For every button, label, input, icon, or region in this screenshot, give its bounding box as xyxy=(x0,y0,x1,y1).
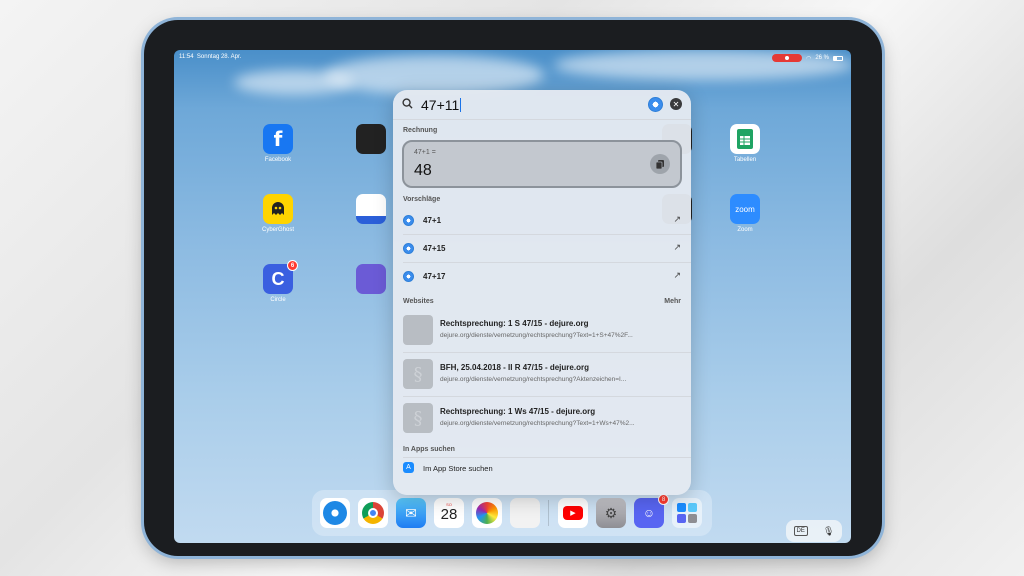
paragraph-icon: § xyxy=(403,403,433,433)
search-icon xyxy=(402,98,413,109)
spotlight-search-bar[interactable]: 47+11 ✕ xyxy=(393,90,691,120)
notification-badge: 6 xyxy=(287,260,298,271)
safari-icon[interactable] xyxy=(320,498,350,528)
dock-divider xyxy=(548,500,549,526)
hidden-app-icon xyxy=(356,264,386,294)
microphone-icon[interactable]: 🎙 xyxy=(823,526,834,537)
suggestions-list: 47+1 ↗ 47+15 ↗ 47+17 ↗ xyxy=(393,207,691,291)
calc-result: 48 xyxy=(414,162,432,179)
dock: ✉ SO 28 ▶ ⚙ ☺ 8 xyxy=(312,490,712,536)
website-result[interactable]: § Rechtsprechung: 1 Ws 47/15 - dejure.or… xyxy=(403,397,691,441)
safari-icon xyxy=(403,215,414,226)
settings-icon[interactable]: ⚙ xyxy=(596,498,626,528)
copy-button[interactable] xyxy=(650,154,670,174)
copy-icon xyxy=(655,160,664,169)
recording-indicator xyxy=(772,54,803,62)
facebook-icon: f xyxy=(263,124,293,154)
arrow-up-left-icon: ↗ xyxy=(673,242,681,252)
ipad-frame: 11:54 Sonntag 28. Apr. ◠ 26 % f Facebook… xyxy=(144,17,882,556)
section-header-websites: Websites Mehr xyxy=(393,295,691,309)
clear-search-button[interactable]: ✕ xyxy=(670,98,682,110)
status-time: 11:54 Sonntag 28. Apr. xyxy=(179,54,242,60)
hidden-app-icon xyxy=(356,124,386,154)
section-header-in-apps: In Apps suchen xyxy=(403,446,455,453)
search-input[interactable]: 47+11 xyxy=(421,97,462,113)
app-library-icon[interactable] xyxy=(672,498,702,528)
spotlight-panel: 47+11 ✕ Rechnung 47+1 = 48 Vorschläge 47… xyxy=(393,90,691,495)
arrow-up-left-icon: ↗ xyxy=(673,270,681,280)
cyberghost-icon xyxy=(263,194,293,224)
volume-down-button xyxy=(236,17,264,20)
sheets-icon xyxy=(730,124,760,154)
notification-badge: 8 xyxy=(658,494,669,505)
app-zoom[interactable]: zoom Zoom xyxy=(715,194,775,233)
battery-text: 26 % xyxy=(815,55,829,61)
arrow-up-left-icon: ↗ xyxy=(673,214,681,224)
safari-icon xyxy=(403,243,414,254)
wifi-icon: ◠ xyxy=(806,55,812,62)
youtube-icon[interactable]: ▶ xyxy=(558,498,588,528)
status-bar: 11:54 Sonntag 28. Apr. ◠ 26 % xyxy=(174,52,851,64)
keyboard-pill[interactable]: DE 🎙 xyxy=(786,520,842,542)
safari-icon[interactable] xyxy=(648,97,663,112)
calendar-icon[interactable]: SO 28 xyxy=(434,498,464,528)
chrome-icon[interactable] xyxy=(358,498,388,528)
website-thumbnail xyxy=(403,315,433,345)
calc-expression: 47+1 = xyxy=(414,149,436,156)
circle-icon: C 6 xyxy=(263,260,298,294)
home-screen: 11:54 Sonntag 28. Apr. ◠ 26 % f Facebook… xyxy=(174,50,851,543)
app-tabellen[interactable]: Tabellen xyxy=(715,124,775,163)
photos-icon[interactable] xyxy=(472,498,502,528)
suggestion-item[interactable]: 47+1 ↗ xyxy=(403,207,691,235)
mail-icon[interactable]: ✉ xyxy=(396,498,426,528)
discord-icon[interactable]: ☺ 8 xyxy=(634,494,669,528)
calendar-day: 28 xyxy=(440,506,458,523)
section-header-vorschlaege: Vorschläge xyxy=(403,196,441,203)
calculator-result[interactable]: 47+1 = 48 xyxy=(402,140,682,188)
keyboard-language[interactable]: DE xyxy=(793,526,808,536)
suggestion-item[interactable]: 47+17 ↗ xyxy=(403,263,691,291)
app-circle[interactable]: C 6 Circle xyxy=(248,260,308,303)
more-link[interactable]: Mehr xyxy=(664,295,681,309)
app-cyberghost[interactable]: CyberGhost xyxy=(248,194,308,233)
websites-list: Rechtsprechung: 1 S 47/15 - dejure.org d… xyxy=(393,309,691,441)
zoom-icon: zoom xyxy=(730,194,760,224)
app-store-icon: A xyxy=(403,462,414,473)
safari-icon xyxy=(403,271,414,282)
paragraph-icon: § xyxy=(403,359,433,389)
website-result[interactable]: § BFH, 25.04.2018 - II R 47/15 - dejure.… xyxy=(403,353,691,397)
battery-icon xyxy=(833,55,843,61)
volume-up-button xyxy=(202,17,230,20)
app-store-search-item[interactable]: A Im App Store suchen xyxy=(403,457,691,477)
notes-icon[interactable] xyxy=(510,498,540,528)
section-header-rechnung: Rechnung xyxy=(403,127,438,134)
app-facebook[interactable]: f Facebook xyxy=(248,124,308,163)
website-result[interactable]: Rechtsprechung: 1 S 47/15 - dejure.org d… xyxy=(403,309,691,353)
hidden-app-icon xyxy=(356,194,386,224)
suggestion-item[interactable]: 47+15 ↗ xyxy=(403,235,691,263)
